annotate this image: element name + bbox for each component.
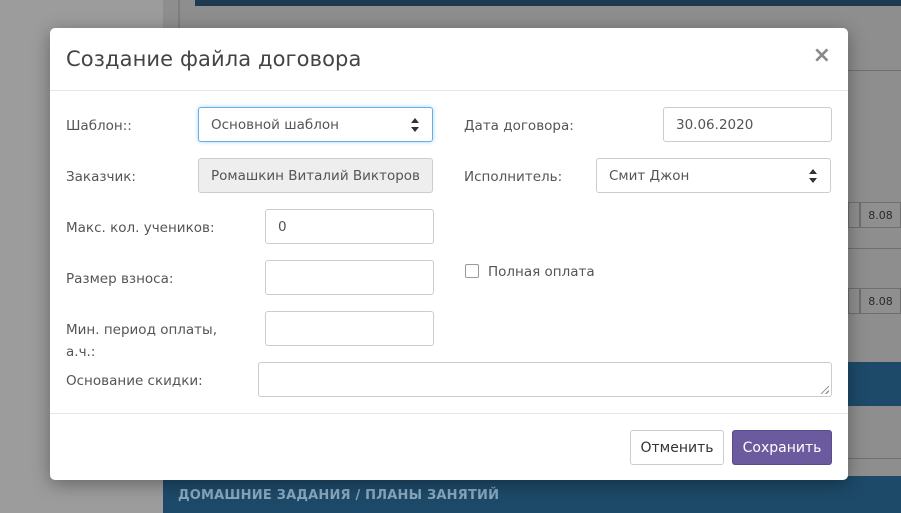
resize-grip-icon[interactable] — [821, 386, 829, 394]
background-cell — [848, 202, 860, 228]
max-students-input[interactable]: 0 — [265, 209, 434, 244]
background-divider-line — [848, 248, 901, 249]
contract-date-value: 30.06.2020 — [676, 116, 754, 133]
cancel-button[interactable]: Отменить — [630, 430, 724, 465]
fee-size-label: Размер взноса: — [66, 271, 174, 287]
background-divider-line — [848, 458, 901, 459]
contract-date-input[interactable]: 30.06.2020 — [663, 107, 832, 142]
create-contract-dialog: Создание файла договора × Шаблон:: Основ… — [50, 28, 848, 480]
dialog-header: Создание файла договора × — [50, 28, 848, 91]
dialog-title: Создание файла договора — [66, 47, 362, 71]
min-period-label-unit: а.ч.: — [66, 344, 96, 360]
executor-select-value: Смит Джон — [609, 167, 690, 184]
select-arrows-icon — [411, 117, 420, 132]
customer-field: Ромашкин Виталий Викторович — [198, 158, 433, 193]
executor-label: Исполнитель: — [464, 169, 563, 185]
background-cell: 8.08 — [860, 202, 901, 228]
customer-label: Заказчик: — [66, 169, 136, 185]
background-top-bar — [195, 0, 901, 6]
close-icon[interactable]: × — [813, 45, 831, 67]
min-period-input[interactable] — [265, 311, 434, 346]
template-label: Шаблон:: — [66, 118, 132, 134]
max-students-value: 0 — [278, 218, 287, 235]
template-select-value: Основной шаблон — [211, 116, 339, 133]
full-payment-label[interactable]: Полная оплата — [488, 264, 595, 280]
max-students-label: Макс. кол. учеников: — [66, 220, 215, 236]
discount-reason-label: Основание скидки: — [66, 373, 203, 389]
fee-size-input[interactable] — [265, 260, 434, 295]
full-payment-checkbox[interactable] — [465, 264, 479, 278]
min-period-label: Мин. период оплаты, — [66, 322, 217, 338]
background-section-title: ДОМАШНИЕ ЗАДАНИЯ / ПЛАНЫ ЗАНЯТИЙ — [178, 488, 500, 503]
executor-select[interactable]: Смит Джон — [596, 158, 831, 193]
background-divider-line — [848, 70, 901, 71]
discount-reason-textarea[interactable] — [258, 362, 832, 397]
background-cell — [848, 288, 860, 314]
background-cell: 8.08 — [860, 288, 901, 314]
template-select[interactable]: Основной шаблон — [198, 107, 433, 142]
select-arrows-icon — [809, 168, 818, 183]
dialog-footer: Отменить Сохранить — [50, 413, 848, 481]
save-button[interactable]: Сохранить — [732, 430, 832, 465]
contract-date-label: Дата договора: — [464, 118, 574, 134]
customer-value: Ромашкин Виталий Викторович — [211, 167, 420, 184]
